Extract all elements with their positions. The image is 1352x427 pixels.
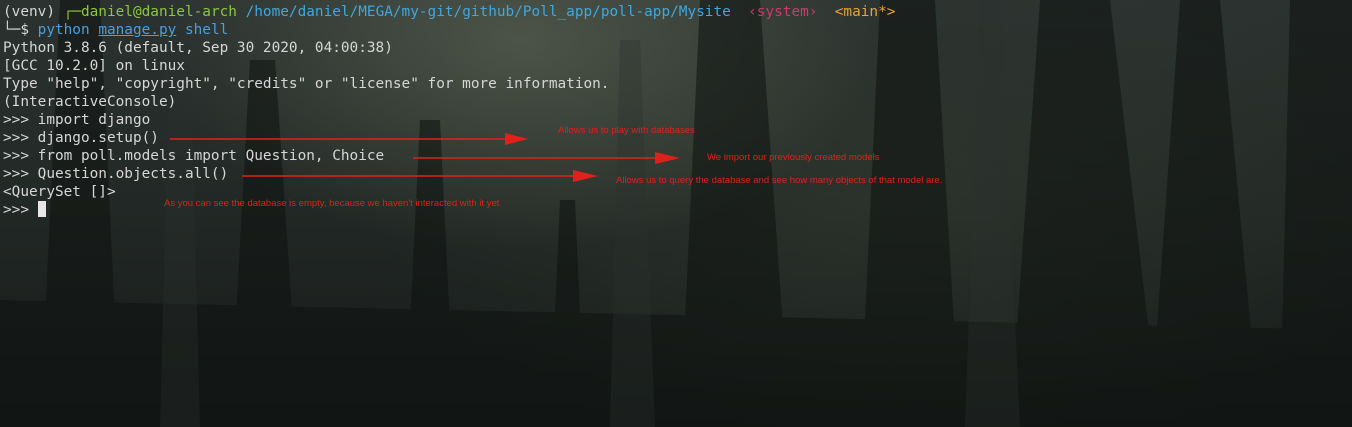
annotation-models-note: We import our previously created models: [707, 152, 880, 163]
annotation-empty-note: As you can see the database is empty, be…: [164, 198, 500, 209]
annotation-query-note: Allows us to query the database and see …: [616, 175, 943, 186]
annotation-setup-note: Allows us to play with databases: [558, 125, 695, 136]
annotation-arrows: [170, 133, 680, 182]
terminal-window[interactable]: (venv) ┌─daniel@daniel-arch /home/daniel…: [0, 0, 1352, 427]
